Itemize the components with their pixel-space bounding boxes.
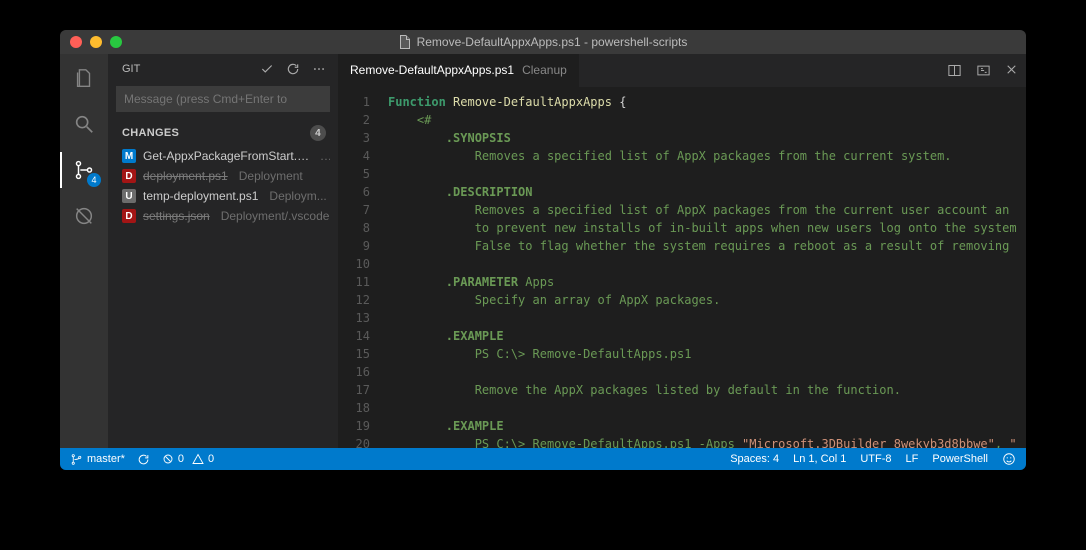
change-filename: settings.json: [143, 209, 210, 223]
changes-label: CHANGES: [122, 127, 179, 139]
close-tab-icon[interactable]: [1005, 63, 1018, 78]
explorer-icon[interactable]: [70, 64, 98, 92]
editor-actions: [947, 63, 1018, 78]
branch-indicator[interactable]: master*: [70, 453, 125, 466]
open-changes-icon[interactable]: [976, 63, 991, 78]
error-count: 0: [178, 453, 184, 465]
editor-area: Remove-DefaultAppxApps.ps1 Cleanup 1: [338, 54, 1026, 448]
file-icon: [399, 35, 411, 49]
change-row[interactable]: Ddeployment.ps1 Deployment: [108, 166, 338, 186]
warning-count: 0: [208, 453, 214, 465]
changes-header[interactable]: CHANGES 4: [108, 122, 338, 144]
window-title: Remove-DefaultAppxApps.ps1 - powershell-…: [60, 35, 1026, 49]
commit-message-input[interactable]: [116, 86, 330, 112]
change-path-hint: Deployment/.vscode: [221, 209, 330, 223]
change-filename: temp-deployment.ps1: [143, 189, 258, 203]
status-chip: D: [122, 209, 136, 223]
tab-bar: Remove-DefaultAppxApps.ps1 Cleanup: [338, 54, 1026, 87]
minimize-window-button[interactable]: [90, 36, 102, 48]
change-row[interactable]: Utemp-deployment.ps1 Deploym...: [108, 186, 338, 206]
traffic-lights: [60, 36, 122, 48]
titlebar: Remove-DefaultAppxApps.ps1 - powershell-…: [60, 30, 1026, 54]
feedback-icon[interactable]: [1002, 452, 1016, 466]
encoding-indicator[interactable]: UTF-8: [860, 453, 891, 465]
split-editor-icon[interactable]: [947, 63, 962, 78]
tab-folder-hint: Cleanup: [522, 63, 567, 77]
status-bar: master* 0 0 Spaces: 4 Ln 1, Col 1 UTF-8 …: [60, 448, 1026, 470]
change-path-hint: Deploym...: [269, 189, 326, 203]
line-number-gutter: 1234567891011121314151617181920: [338, 87, 380, 448]
window: Remove-DefaultAppxApps.ps1 - powershell-…: [60, 30, 1026, 470]
changes-count-badge: 4: [310, 125, 326, 141]
tab-filename: Remove-DefaultAppxApps.ps1: [350, 63, 514, 77]
scm-title: GIT: [122, 63, 140, 75]
scm-header: GIT: [108, 54, 338, 82]
code-editor[interactable]: 1234567891011121314151617181920 Function…: [338, 87, 1026, 448]
scm-panel: GIT CHANGES 4 MGet-AppxPack: [108, 54, 338, 448]
sync-icon[interactable]: [137, 453, 150, 466]
change-filename: Get-AppxPackageFromStart.ps1: [143, 149, 309, 163]
status-chip: M: [122, 149, 136, 163]
change-row[interactable]: Dsettings.json Deployment/.vscode: [108, 206, 338, 226]
problems-indicator[interactable]: 0 0: [162, 453, 214, 465]
activity-bar: 4: [60, 54, 108, 448]
search-icon[interactable]: [70, 110, 98, 138]
code-content: Function Remove-DefaultAppxApps { <# .SY…: [380, 87, 1026, 448]
branch-name: master*: [87, 453, 125, 465]
title-file: Remove-DefaultAppxApps.ps1: [417, 35, 581, 49]
maximize-window-button[interactable]: [110, 36, 122, 48]
status-chip: D: [122, 169, 136, 183]
status-chip: U: [122, 189, 136, 203]
scm-badge: 4: [87, 173, 101, 187]
change-path-hint: Deployment: [239, 169, 303, 183]
changes-list: M Get-AppxPackageFromStart.ps1... Ddeploym…: [108, 144, 338, 226]
language-indicator[interactable]: PowerShell: [932, 453, 988, 465]
refresh-icon[interactable]: [286, 62, 300, 76]
tab-active[interactable]: Remove-DefaultAppxApps.ps1 Cleanup: [338, 54, 580, 87]
change-row[interactable]: M Get-AppxPackageFromStart.ps1...: [108, 146, 338, 166]
close-window-button[interactable]: [70, 36, 82, 48]
title-sep: -: [581, 35, 592, 49]
change-path-hint: ...: [320, 149, 330, 163]
debug-icon[interactable]: [70, 202, 98, 230]
title-project: powershell-scripts: [591, 35, 687, 49]
commit-icon[interactable]: [260, 62, 274, 76]
source-control-icon[interactable]: 4: [70, 156, 98, 184]
indent-indicator[interactable]: Spaces: 4: [730, 453, 779, 465]
change-filename: deployment.ps1: [143, 169, 228, 183]
cursor-position[interactable]: Ln 1, Col 1: [793, 453, 846, 465]
eol-indicator[interactable]: LF: [906, 453, 919, 465]
more-icon[interactable]: [312, 62, 326, 76]
